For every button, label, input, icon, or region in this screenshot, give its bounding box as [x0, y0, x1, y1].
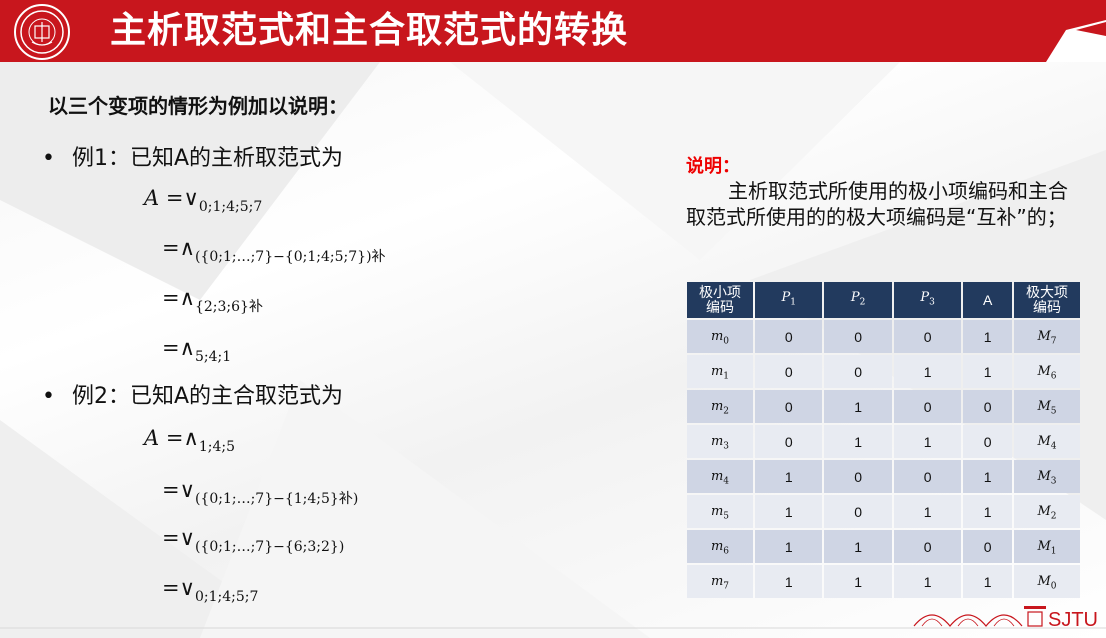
p2-cell: 1: [824, 530, 892, 563]
example1-formula-3: =∧{2;3;6}补: [162, 286, 263, 315]
header-a: A: [963, 282, 1012, 318]
p3-cell: 1: [893, 425, 962, 458]
table-row: m7 1 1 1 1 M0: [687, 565, 1080, 598]
table-row: m5 1 0 1 1 M2: [687, 495, 1080, 528]
p3-cell: 0: [893, 530, 962, 563]
p3-cell: 1: [893, 565, 962, 598]
p1-cell: 0: [755, 355, 823, 388]
p3-cell: 1: [893, 495, 962, 528]
table-row: m3 0 1 1 0 M4: [687, 425, 1080, 458]
a-cell: 0: [963, 390, 1012, 423]
maxterm-cell: M2: [1014, 495, 1080, 528]
minterm-cell: m3: [687, 425, 753, 458]
sjtu-footer-logo: SJTU: [913, 606, 1098, 630]
note-title: 说明：: [686, 156, 740, 177]
bullet-dot: •: [42, 384, 55, 409]
minterm-cell: m2: [687, 390, 753, 423]
minterm-cell: m1: [687, 355, 753, 388]
a-cell: 1: [963, 355, 1012, 388]
maxterm-cell: M7: [1014, 320, 1080, 353]
table-header-row: 极小项 编码 P1 P2 P3 A 极大项 编码: [687, 282, 1080, 318]
minterm-cell: m4: [687, 460, 753, 493]
p2-cell: 1: [824, 565, 892, 598]
example2-label: 例2：已知A的主合取范式为: [72, 384, 344, 409]
p2-cell: 0: [824, 320, 892, 353]
example2-heading: • 例2：已知A的主合取范式为: [42, 378, 343, 410]
p2-cell: 0: [824, 495, 892, 528]
header-p3: P3: [893, 282, 962, 318]
p1-cell: 1: [755, 565, 823, 598]
p2-cell: 1: [824, 425, 892, 458]
example1-formula-2: =∧({0;1;…;7}−{0;1;4;5;7})补: [162, 236, 386, 265]
maxterm-cell: M6: [1014, 355, 1080, 388]
minterm-cell: m6: [687, 530, 753, 563]
bullet-dot: •: [42, 146, 55, 171]
maxterm-cell: M0: [1014, 565, 1080, 598]
p2-cell: 0: [824, 460, 892, 493]
example1-label: 例1：已知A的主析取范式为: [72, 146, 344, 171]
table-row: m1 0 0 1 1 M6: [687, 355, 1080, 388]
example1-formula-1: A =∨0;1;4;5;7: [144, 186, 263, 215]
maxterm-cell: M4: [1014, 425, 1080, 458]
p2-cell: 1: [824, 390, 892, 423]
header-p1: P1: [755, 282, 823, 318]
footer-brand: SJTU: [1048, 609, 1098, 630]
table-row: m2 0 1 0 0 M5: [687, 390, 1080, 423]
p1-cell: 1: [755, 460, 823, 493]
example2-formula-2: =∨({0;1;…;7}−{1;4;5}补): [162, 478, 359, 507]
p3-cell: 0: [893, 320, 962, 353]
page-title: 主析取范式和主合取范式的转换: [110, 10, 629, 51]
a-cell: 1: [963, 460, 1012, 493]
example2-formula-4: =∨0;1;4;5;7: [162, 576, 259, 605]
p3-cell: 0: [893, 390, 962, 423]
university-seal-icon: [14, 4, 70, 60]
minterm-cell: m0: [687, 320, 753, 353]
a-cell: 1: [963, 495, 1012, 528]
maxterm-cell: M1: [1014, 530, 1080, 563]
example1-heading: • 例1：已知A的主析取范式为: [42, 140, 343, 172]
example1-formula-4: =∧5;4;1: [162, 336, 232, 365]
p3-cell: 0: [893, 460, 962, 493]
p2-cell: 0: [824, 355, 892, 388]
p1-cell: 0: [755, 425, 823, 458]
a-cell: 1: [963, 320, 1012, 353]
p1-cell: 1: [755, 530, 823, 563]
a-cell: 1: [963, 565, 1012, 598]
table-row: m0 0 0 0 1 M7: [687, 320, 1080, 353]
minterm-maxterm-table: 极小项 编码 P1 P2 P3 A 极大项 编码 m0 0 0 0 1 M7 m1 0 0 1 1 M…: [685, 280, 1082, 600]
a-cell: 0: [963, 425, 1012, 458]
example2-formula-1: A =∧1;4;5: [144, 426, 235, 455]
table-row: m4 1 0 0 1 M3: [687, 460, 1080, 493]
intro-text: 以三个变项的情形为例加以说明：: [48, 94, 348, 118]
maxterm-cell: M3: [1014, 460, 1080, 493]
maxterm-cell: M5: [1014, 390, 1080, 423]
table-row: m6 1 1 0 0 M1: [687, 530, 1080, 563]
p1-cell: 1: [755, 495, 823, 528]
example2-formula-3: =∨({0;1;…;7}−{6;3;2}): [162, 526, 345, 555]
header-corner-decoration: [1046, 20, 1106, 62]
header-minterm-code: 极小项 编码: [687, 282, 753, 318]
header-bar: 主析取范式和主合取范式的转换: [0, 0, 1106, 62]
a-cell: 0: [963, 530, 1012, 563]
p1-cell: 0: [755, 320, 823, 353]
note-body: 主析取范式所使用的极小项编码和主合取范式所使用的的极大项编码是“互补”的；: [686, 179, 1068, 229]
p3-cell: 1: [893, 355, 962, 388]
p1-cell: 0: [755, 390, 823, 423]
minterm-cell: m5: [687, 495, 753, 528]
minterm-cell: m7: [687, 565, 753, 598]
header-p2: P2: [824, 282, 892, 318]
header-maxterm-code: 极大项 编码: [1014, 282, 1080, 318]
